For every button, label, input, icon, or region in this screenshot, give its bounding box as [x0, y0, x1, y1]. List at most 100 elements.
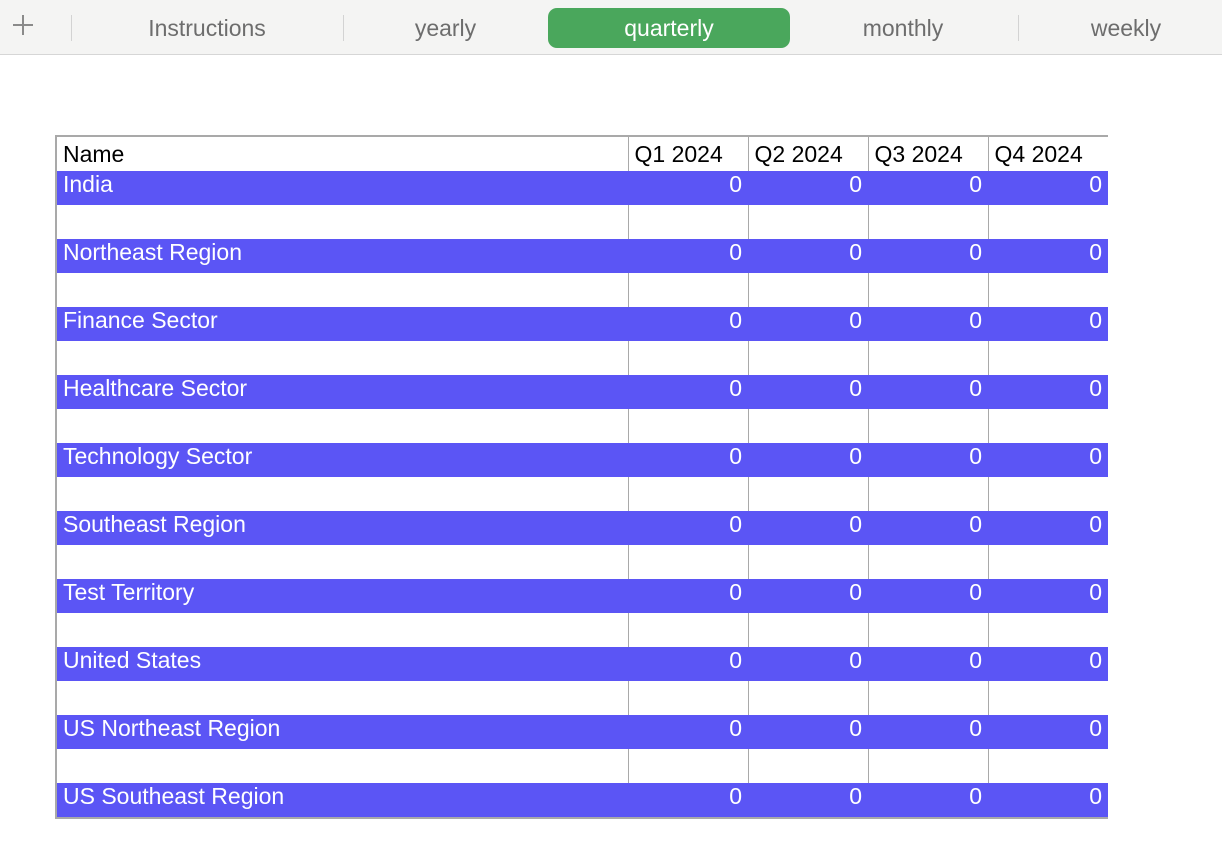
row-name-cell[interactable]: Northeast Region [57, 239, 628, 273]
tab-quarterly[interactable]: quarterly [548, 8, 790, 48]
empty-cell[interactable] [748, 273, 869, 307]
empty-cell[interactable] [868, 409, 989, 443]
empty-cell[interactable] [868, 681, 989, 715]
column-header-q4[interactable]: Q4 2024 [988, 137, 1108, 171]
empty-cell[interactable] [57, 613, 629, 647]
empty-cell[interactable] [57, 477, 629, 511]
column-header-name[interactable]: Name [57, 137, 629, 171]
column-header-q3[interactable]: Q3 2024 [868, 137, 989, 171]
column-header-q1[interactable]: Q1 2024 [628, 137, 749, 171]
value-cell[interactable]: 0 [868, 375, 988, 409]
empty-cell[interactable] [748, 205, 869, 239]
empty-cell[interactable] [868, 477, 989, 511]
row-name-cell[interactable]: India [57, 171, 628, 205]
value-cell[interactable]: 0 [868, 715, 988, 749]
empty-cell[interactable] [988, 341, 1108, 375]
row-name-cell[interactable]: Test Territory [57, 579, 628, 613]
value-cell[interactable]: 0 [628, 715, 748, 749]
empty-cell[interactable] [57, 545, 629, 579]
empty-cell[interactable] [628, 409, 749, 443]
empty-cell[interactable] [748, 477, 869, 511]
row-name-cell[interactable]: Technology Sector [57, 443, 628, 477]
tab-weekly[interactable]: weekly [1030, 8, 1222, 48]
empty-cell[interactable] [868, 545, 989, 579]
value-cell[interactable]: 0 [628, 307, 748, 341]
empty-cell[interactable] [988, 273, 1108, 307]
value-cell[interactable]: 0 [868, 579, 988, 613]
column-header-q2[interactable]: Q2 2024 [748, 137, 869, 171]
empty-cell[interactable] [988, 613, 1108, 647]
empty-cell[interactable] [628, 545, 749, 579]
empty-cell[interactable] [868, 341, 989, 375]
empty-cell[interactable] [988, 545, 1108, 579]
empty-cell[interactable] [628, 749, 749, 783]
value-cell[interactable]: 0 [988, 511, 1108, 545]
empty-cell[interactable] [628, 341, 749, 375]
value-cell[interactable]: 0 [748, 511, 868, 545]
empty-cell[interactable] [868, 273, 989, 307]
add-sheet-button[interactable] [8, 10, 38, 40]
value-cell[interactable]: 0 [748, 647, 868, 681]
value-cell[interactable]: 0 [628, 375, 748, 409]
value-cell[interactable]: 0 [748, 715, 868, 749]
value-cell[interactable]: 0 [988, 783, 1108, 817]
value-cell[interactable]: 0 [988, 239, 1108, 273]
empty-cell[interactable] [748, 613, 869, 647]
tab-instructions[interactable]: Instructions [80, 8, 334, 48]
empty-cell[interactable] [988, 477, 1108, 511]
row-name-cell[interactable]: United States [57, 647, 628, 681]
empty-cell[interactable] [988, 409, 1108, 443]
empty-cell[interactable] [57, 341, 629, 375]
value-cell[interactable]: 0 [628, 239, 748, 273]
empty-cell[interactable] [57, 409, 629, 443]
value-cell[interactable]: 0 [868, 511, 988, 545]
empty-cell[interactable] [57, 205, 629, 239]
empty-cell[interactable] [868, 205, 989, 239]
value-cell[interactable]: 0 [868, 443, 988, 477]
tab-yearly[interactable]: yearly [352, 8, 539, 48]
row-name-cell[interactable]: US Northeast Region [57, 715, 628, 749]
value-cell[interactable]: 0 [988, 171, 1108, 205]
value-cell[interactable]: 0 [748, 443, 868, 477]
value-cell[interactable]: 0 [868, 307, 988, 341]
empty-cell[interactable] [628, 681, 749, 715]
value-cell[interactable]: 0 [748, 171, 868, 205]
tab-monthly[interactable]: monthly [796, 8, 1010, 48]
value-cell[interactable]: 0 [628, 511, 748, 545]
value-cell[interactable]: 0 [868, 647, 988, 681]
empty-cell[interactable] [748, 545, 869, 579]
value-cell[interactable]: 0 [628, 443, 748, 477]
row-name-cell[interactable]: US Southeast Region [57, 783, 628, 817]
empty-cell[interactable] [988, 749, 1108, 783]
value-cell[interactable]: 0 [748, 375, 868, 409]
value-cell[interactable]: 0 [868, 783, 988, 817]
value-cell[interactable]: 0 [628, 783, 748, 817]
value-cell[interactable]: 0 [988, 375, 1108, 409]
empty-cell[interactable] [628, 205, 749, 239]
empty-cell[interactable] [57, 681, 629, 715]
empty-cell[interactable] [628, 273, 749, 307]
empty-cell[interactable] [628, 477, 749, 511]
empty-cell[interactable] [628, 613, 749, 647]
value-cell[interactable]: 0 [628, 171, 748, 205]
value-cell[interactable]: 0 [988, 443, 1108, 477]
empty-cell[interactable] [748, 409, 869, 443]
empty-cell[interactable] [57, 749, 629, 783]
value-cell[interactable]: 0 [748, 239, 868, 273]
value-cell[interactable]: 0 [748, 307, 868, 341]
row-name-cell[interactable]: Southeast Region [57, 511, 628, 545]
value-cell[interactable]: 0 [628, 579, 748, 613]
empty-cell[interactable] [868, 613, 989, 647]
row-name-cell[interactable]: Healthcare Sector [57, 375, 628, 409]
value-cell[interactable]: 0 [988, 579, 1108, 613]
value-cell[interactable]: 0 [988, 647, 1108, 681]
empty-cell[interactable] [988, 205, 1108, 239]
empty-cell[interactable] [748, 341, 869, 375]
value-cell[interactable]: 0 [868, 239, 988, 273]
value-cell[interactable]: 0 [988, 715, 1108, 749]
empty-cell[interactable] [57, 273, 629, 307]
value-cell[interactable]: 0 [868, 171, 988, 205]
empty-cell[interactable] [868, 749, 989, 783]
value-cell[interactable]: 0 [628, 647, 748, 681]
empty-cell[interactable] [748, 681, 869, 715]
